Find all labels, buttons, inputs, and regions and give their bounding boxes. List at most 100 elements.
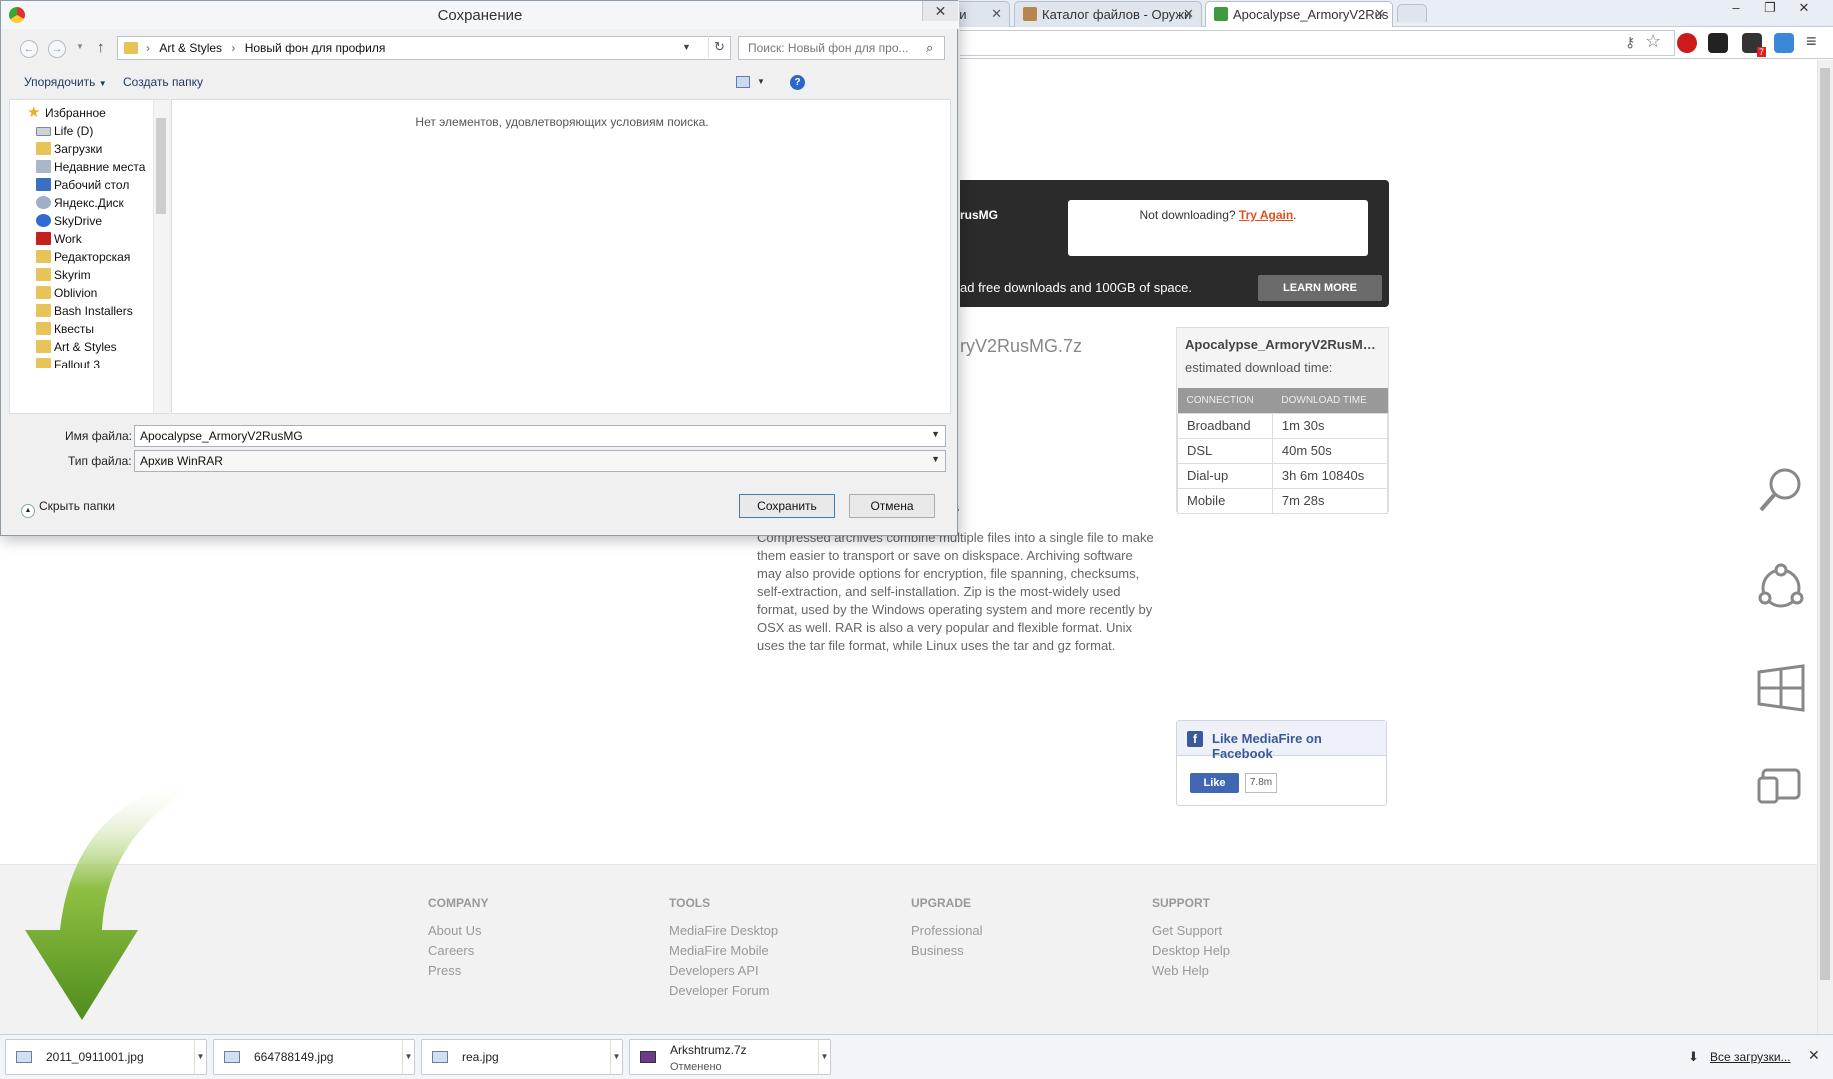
new-tab-button[interactable] — [1397, 4, 1427, 22]
footer-link[interactable]: Business — [911, 941, 983, 961]
tree-item[interactable]: SkyDrive — [10, 212, 150, 230]
tab-close-icon[interactable]: ✕ — [991, 6, 1002, 22]
back-icon[interactable]: ← — [20, 40, 38, 58]
history-chevron-icon[interactable]: ▼ — [76, 42, 84, 51]
footer-link[interactable]: Press — [428, 961, 488, 981]
tree-item[interactable]: Яндекс.Диск — [10, 194, 150, 212]
tree-item-favorites[interactable]: ★ Избранное — [10, 104, 150, 122]
address-dropdown-icon[interactable]: ▼ — [682, 42, 691, 52]
try-again-link[interactable]: Try Again — [1239, 208, 1293, 222]
facebook-like-button[interactable]: Like — [1190, 773, 1239, 793]
tree-item-label: Недавние места — [54, 160, 146, 174]
download-item[interactable]: 664788149.jpg ▼ — [213, 1039, 415, 1075]
address-breadcrumb[interactable]: › Art & Styles › Новый фон для профиля ▼ — [117, 36, 731, 60]
download-item[interactable]: Arkshtrumz.7z Отменено ▼ — [629, 1039, 831, 1075]
tree-item[interactable]: Oblivion — [10, 284, 150, 302]
learn-more-button[interactable]: LEARN MORE — [1258, 275, 1382, 301]
view-chevron-down-icon[interactable]: ▼ — [757, 77, 765, 86]
winrar-archive-icon — [640, 1051, 656, 1063]
footer-link[interactable]: Professional — [911, 921, 983, 941]
table-header-connection: CONNECTION — [1177, 388, 1273, 413]
file-list[interactable]: Нет элементов, удовлетворяющих условиям … — [171, 99, 951, 414]
about-text: Compressed archives combine multiple fil… — [757, 530, 1154, 653]
filename-field[interactable]: Apocalypse_ArmoryV2RusMG ▼ — [134, 425, 946, 447]
extension-notifications-icon[interactable]: 7 — [1742, 33, 1766, 57]
new-folder-button[interactable]: Создать папку — [123, 75, 203, 89]
tab-title: Apocalypse_ArmoryV2Rus — [1233, 7, 1389, 22]
devices-icon[interactable] — [1753, 758, 1809, 814]
tree-item[interactable]: Work — [10, 230, 150, 248]
folder-icon — [36, 358, 51, 368]
tree-item[interactable]: Art & Styles — [10, 338, 150, 356]
footer-link[interactable]: Get Support — [1152, 921, 1230, 941]
notification-badge: 7 — [1756, 47, 1766, 57]
refresh-icon[interactable]: ↻ — [708, 36, 730, 58]
help-icon[interactable]: ? — [790, 75, 805, 90]
footer-link[interactable]: Web Help — [1152, 961, 1230, 981]
download-item[interactable]: 2011_0911001.jpg ▼ — [5, 1039, 207, 1075]
tree-item-label: SkyDrive — [54, 214, 103, 228]
view-options-icon[interactable] — [736, 76, 750, 88]
window-close-icon[interactable]: ✕ — [1790, 0, 1818, 18]
footer-link[interactable]: About Us — [428, 921, 488, 941]
tree-item[interactable]: Квесты — [10, 320, 150, 338]
folder-icon — [36, 250, 51, 263]
address-bar[interactable] — [960, 30, 1675, 56]
chevron-down-icon[interactable]: ▼ — [818, 1040, 830, 1074]
footer-link[interactable]: MediaFire Mobile — [669, 941, 778, 961]
tree-item[interactable]: Fallout 3 — [10, 356, 150, 368]
chevron-down-icon[interactable]: ▼ — [931, 429, 940, 439]
network-icon[interactable] — [1753, 560, 1809, 616]
tree-scrollbar-thumb[interactable] — [156, 118, 166, 214]
browser-tab[interactable]: Каталог файлов - Оружи ✕ — [1014, 1, 1202, 27]
organize-menu[interactable]: Упорядочить ▼ — [24, 75, 107, 89]
close-shelf-icon[interactable]: ✕ — [1808, 1047, 1820, 1064]
chevron-down-icon[interactable]: ▼ — [931, 454, 940, 464]
search-input[interactable]: Поиск: Новый фон для про... ⌕ — [738, 36, 945, 60]
tab-close-icon[interactable]: ✕ — [1374, 6, 1385, 22]
up-arrow-icon[interactable]: ↑ — [97, 39, 105, 56]
extension-s-icon[interactable] — [1708, 33, 1728, 53]
tree-item[interactable]: Редакторская — [10, 248, 150, 266]
tree-item[interactable]: Life (D) — [10, 122, 150, 140]
tree-item[interactable]: Bash Installers — [10, 302, 150, 320]
chevron-down-icon[interactable]: ▼ — [194, 1040, 206, 1074]
restore-icon[interactable]: ❐ — [1756, 0, 1784, 18]
cloud-icon[interactable] — [1774, 33, 1794, 53]
banner-filename: rusMG — [960, 208, 999, 222]
footer-link[interactable]: Developers API — [669, 961, 778, 981]
tree-item[interactable]: Загрузки — [10, 140, 150, 158]
breadcrumb-item[interactable]: Новый фон для профиля — [245, 41, 386, 55]
tab-close-icon[interactable]: ✕ — [1183, 6, 1194, 22]
cancel-button[interactable]: Отмена — [849, 494, 935, 518]
footer-link[interactable]: Developer Forum — [669, 981, 778, 1001]
save-button[interactable]: Сохранить — [739, 494, 835, 518]
key-icon[interactable]: ⚷ — [1625, 34, 1635, 51]
download-item[interactable]: rea.jpg ▼ — [421, 1039, 623, 1075]
dialog-close-button[interactable]: ✕ — [922, 1, 958, 21]
tree-item[interactable]: Рабочий стол — [10, 176, 150, 194]
windows-icon[interactable] — [1753, 660, 1809, 716]
tree-item[interactable]: Недавние места — [10, 158, 150, 176]
forward-icon[interactable]: → — [48, 40, 66, 58]
adblock-icon[interactable] — [1677, 33, 1697, 53]
browser-tab-active[interactable]: Apocalypse_ArmoryV2Rus ✕ — [1205, 1, 1393, 28]
image-file-icon — [432, 1051, 448, 1063]
filename-label: Имя файла: — [65, 429, 132, 443]
minimize-icon[interactable]: – — [1722, 0, 1750, 18]
bookmark-star-icon[interactable]: ☆ — [1645, 31, 1661, 52]
chevron-down-icon[interactable]: ▼ — [402, 1040, 414, 1074]
menu-icon[interactable]: ≡ — [1806, 31, 1817, 52]
footer-link[interactable]: Careers — [428, 941, 488, 961]
tree-item[interactable]: Skyrim — [10, 266, 150, 284]
footer-column-tools: TOOLS MediaFire Desktop MediaFire Mobile… — [669, 896, 778, 1001]
search-icon[interactable] — [1753, 462, 1809, 518]
breadcrumb-item[interactable]: Art & Styles — [159, 41, 222, 55]
footer-link[interactable]: MediaFire Desktop — [669, 921, 778, 941]
footer-link[interactable]: Desktop Help — [1152, 941, 1230, 961]
page-scrollbar-thumb[interactable] — [1820, 68, 1830, 980]
filetype-select[interactable]: Архив WinRAR ▼ — [134, 450, 946, 472]
hide-folders-toggle[interactable]: ▲ Скрыть папки — [21, 499, 115, 518]
all-downloads-link[interactable]: Все загрузки... — [1710, 1050, 1791, 1064]
chevron-down-icon[interactable]: ▼ — [610, 1040, 622, 1074]
